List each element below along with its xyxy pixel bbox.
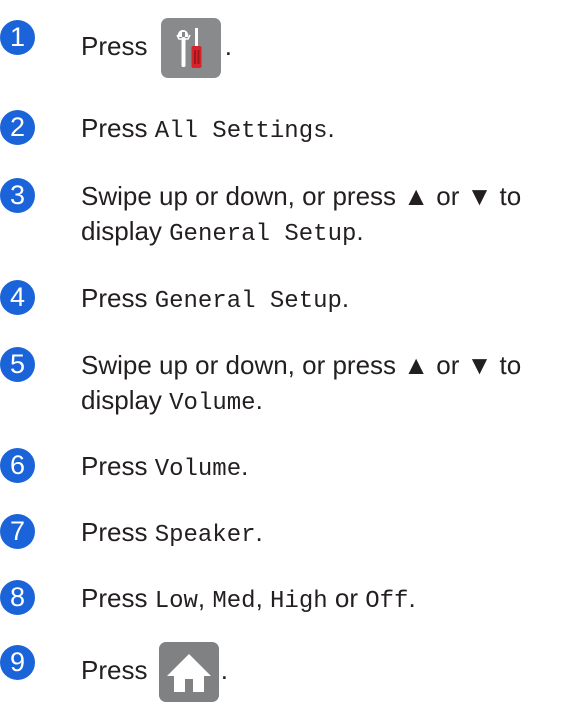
step-number: 9	[0, 645, 35, 680]
step-number: 7	[0, 514, 35, 549]
step-number: 5	[0, 347, 35, 382]
step-text-pre: Press	[81, 113, 155, 143]
step-text: Press All Settings.	[81, 107, 580, 153]
step-text-post: .	[255, 385, 263, 415]
step-code: Speaker	[154, 522, 256, 549]
step-text-line-2: display General Setup.	[81, 210, 580, 256]
step-code: Volume	[169, 390, 256, 417]
step-number: 6	[0, 448, 35, 483]
step-text-pre: Press	[81, 283, 155, 313]
step-text-post: .	[408, 583, 416, 613]
step-code: General Setup	[169, 221, 357, 248]
home-icon	[158, 642, 219, 702]
settings-tools-icon	[160, 18, 221, 78]
step-code: General Setup	[154, 288, 342, 315]
step-code: Volume	[154, 456, 242, 483]
step-text-pre: Press	[81, 583, 155, 613]
step-text-post: .	[327, 113, 335, 143]
step-text-pre: display	[81, 385, 170, 415]
step-number: 2	[0, 110, 35, 145]
step-number: 3	[0, 178, 35, 213]
step-text-post: .	[224, 30, 232, 61]
step-text-pre: Press	[81, 30, 155, 61]
option-off: Off	[365, 588, 409, 615]
step-text-line-2: display Volume.	[81, 379, 580, 425]
step-number: 1	[0, 20, 35, 55]
step-text-pre: Press	[81, 654, 155, 685]
step-text: Press Low, Med, High or Off.	[81, 577, 580, 623]
step-text-post: .	[241, 451, 249, 481]
step-text-post: .	[220, 654, 228, 685]
separator: or	[327, 583, 366, 613]
step-text: Press Speaker.	[81, 511, 580, 557]
step-text: Press .	[81, 642, 580, 702]
separator: ,	[197, 583, 213, 613]
step-number: 4	[0, 280, 35, 315]
option-high: High	[270, 588, 328, 615]
step-text-post: .	[255, 517, 263, 547]
step-text-pre: display	[81, 216, 170, 246]
step-text: Press General Setup.	[81, 277, 580, 323]
option-low: Low	[154, 588, 198, 615]
step-text: Press Volume.	[81, 445, 580, 491]
step-text: Press .	[81, 18, 580, 78]
step-text-post: .	[356, 216, 364, 246]
step-text-pre: Press	[81, 517, 155, 547]
step-text-pre: Press	[81, 451, 155, 481]
step-text-post: .	[341, 283, 350, 313]
separator: ,	[255, 583, 271, 613]
step-code: All Settings	[154, 118, 328, 145]
step-number: 8	[0, 580, 35, 615]
option-med: Med	[212, 588, 256, 615]
